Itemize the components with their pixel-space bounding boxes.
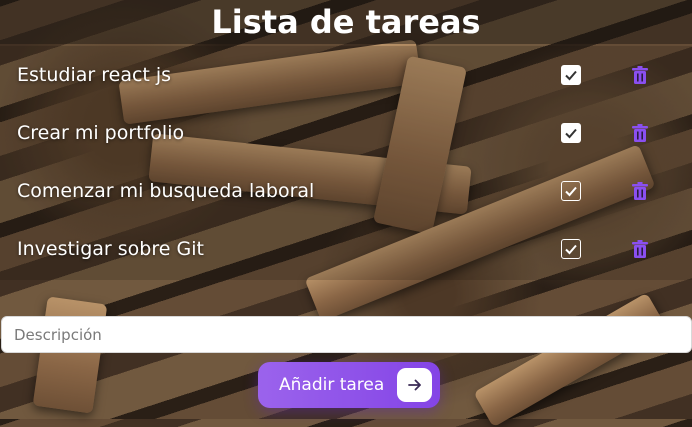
task-label: Estudiar react js [17, 64, 172, 86]
task-item: Comenzar mi busqueda laboral [0, 162, 692, 220]
task-done-checkbox[interactable] [561, 181, 581, 201]
trash-icon[interactable] [632, 123, 648, 143]
task-done-checkbox[interactable] [561, 123, 581, 143]
task-item: Investigar sobre Git [0, 220, 692, 278]
page-title: Lista de tareas [211, 3, 481, 41]
check-icon [565, 186, 577, 197]
arrow-right-icon [397, 368, 432, 402]
app-header: Lista de tareas [0, 0, 692, 44]
task-label: Investigar sobre Git [17, 238, 204, 260]
check-icon [565, 128, 577, 139]
task-list: Estudiar react js Crear mi portfolio Com… [0, 46, 692, 278]
background-clothespin [32, 296, 108, 414]
check-icon [565, 244, 577, 255]
task-label: Comenzar mi busqueda laboral [17, 180, 315, 202]
task-done-checkbox[interactable] [561, 65, 581, 85]
task-item: Crear mi portfolio [0, 104, 692, 162]
trash-icon[interactable] [632, 239, 648, 259]
trash-icon[interactable] [632, 181, 648, 201]
task-item: Estudiar react js [0, 46, 692, 104]
add-task-button-label: Añadir tarea [279, 375, 385, 395]
description-input[interactable] [1, 316, 692, 353]
check-icon [565, 70, 577, 81]
trash-icon[interactable] [632, 65, 648, 85]
task-done-checkbox[interactable] [561, 239, 581, 259]
task-label: Crear mi portfolio [17, 122, 185, 144]
add-task-button[interactable]: Añadir tarea [258, 362, 440, 408]
background-clothespin [473, 292, 667, 427]
